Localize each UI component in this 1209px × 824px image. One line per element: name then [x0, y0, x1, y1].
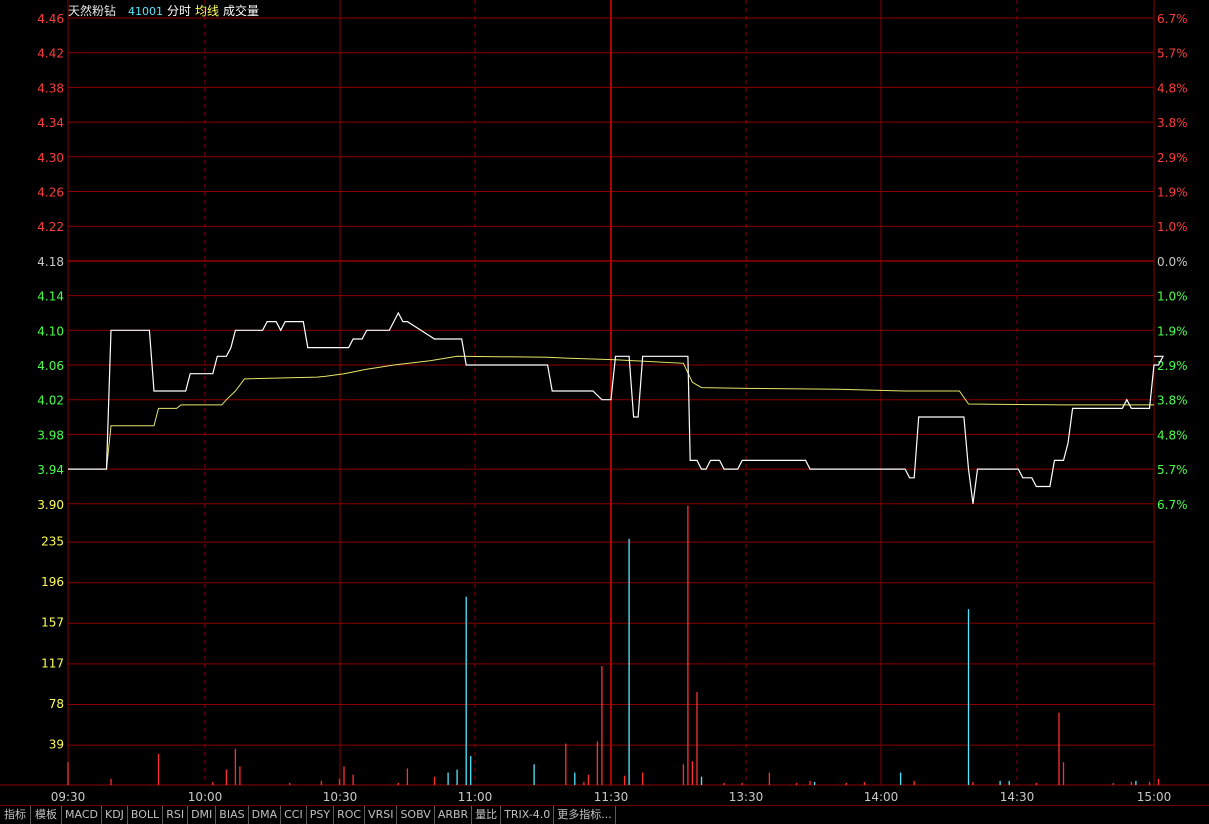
price-label: 4.42 [37, 47, 64, 61]
stock-code: 41001 [128, 5, 163, 18]
tab-4[interactable]: BOLL [128, 806, 164, 824]
percent-label: 3.8% [1157, 116, 1188, 130]
tab-7[interactable]: BIAS [216, 806, 249, 824]
tab-17[interactable]: 更多指标... [554, 806, 616, 824]
price-axis-labels: 4.46 4.42 4.38 4.34 4.30 4.26 4.22 4.18 4.14 4.10… [37, 12, 64, 512]
price-label: 4.14 [37, 290, 64, 304]
time-label: 10:30 [323, 790, 358, 804]
percent-label: 2.9% [1157, 359, 1188, 373]
volume-axis-labels: 235 196 157 117 78 39 [41, 535, 64, 752]
time-label: 09:30 [51, 790, 86, 804]
tab-8[interactable]: DMA [249, 806, 282, 824]
percent-label: 3.8% [1157, 394, 1188, 408]
tab-15[interactable]: 量比 [472, 806, 502, 824]
price-label: 4.38 [37, 81, 64, 95]
label-volume: 成交量 [223, 3, 259, 18]
volume-label: 235 [41, 535, 64, 549]
volume-bars [67, 505, 1160, 785]
percent-axis-labels: 6.7% 5.7% 4.8% 3.8% 2.9% 1.9% 1.0% 0.0% 1.0% 1.9%… [1157, 12, 1188, 512]
price-label: 4.22 [37, 220, 64, 234]
chart-grid [0, 0, 1209, 786]
time-label: 11:00 [458, 790, 493, 804]
time-label: 11:30 [594, 790, 629, 804]
tab-13[interactable]: SOBV [397, 806, 435, 824]
label-time: 分时 [167, 4, 191, 18]
price-label: 3.90 [37, 498, 64, 512]
volume-label: 117 [41, 656, 64, 670]
percent-label: 1.9% [1157, 186, 1188, 200]
percent-label: 5.7% [1157, 47, 1188, 61]
tab-5[interactable]: RSI [163, 806, 189, 824]
tab-11[interactable]: ROC [334, 806, 366, 824]
tab-16[interactable]: TRIX-4.0 [501, 806, 555, 824]
price-label: 4.10 [37, 324, 64, 338]
price-label: 4.18 [37, 255, 64, 269]
indicator-tab-bar: 指标 模板 MACD KDJ BOLL RSI DMI BIAS DMA CCI PSY ROC VRS… [0, 805, 1209, 824]
tab-12[interactable]: VRSI [365, 806, 398, 824]
volume-label: 196 [41, 575, 64, 589]
volume-label: 157 [41, 616, 64, 630]
price-label: 3.94 [37, 463, 64, 477]
percent-label: 1.9% [1157, 324, 1188, 338]
stock-name: 天然粉钻 [68, 3, 116, 18]
intraday-chart[interactable]: 4.46 4.42 4.38 4.34 4.30 4.26 4.22 4.18 4.14 4.10… [0, 0, 1209, 823]
percent-label: 4.8% [1157, 428, 1188, 442]
tab-9[interactable]: CCI [281, 806, 307, 824]
time-label: 14:00 [864, 790, 899, 804]
price-label: 4.26 [37, 186, 64, 200]
price-label: 4.46 [37, 12, 64, 26]
time-label: 14:30 [1000, 790, 1035, 804]
percent-label: 5.7% [1157, 463, 1188, 477]
price-line [68, 311, 1164, 504]
price-label: 4.30 [37, 151, 64, 165]
price-label: 3.98 [37, 428, 64, 442]
time-label: 10:00 [188, 790, 223, 804]
time-label: 15:00 [1137, 790, 1172, 804]
tab-1[interactable]: 模板 [31, 806, 62, 824]
chart-header: 天然粉钻 41001 分时 均线 成交量 [68, 3, 259, 18]
percent-label: 4.8% [1157, 81, 1188, 95]
price-label: 4.34 [37, 116, 64, 130]
label-avg: 均线 [195, 4, 219, 18]
price-label: 4.06 [37, 359, 64, 373]
price-label: 4.02 [37, 394, 64, 408]
volume-label: 39 [49, 738, 64, 752]
tab-0[interactable]: 指标 [0, 806, 31, 824]
volume-label: 78 [49, 697, 64, 711]
time-axis-labels: 09:30 10:00 10:30 11:00 11:30 13:30 14:00 14:30… [51, 790, 1172, 804]
percent-label: 6.7% [1157, 12, 1188, 26]
percent-label: 6.7% [1157, 498, 1188, 512]
time-label: 13:30 [729, 790, 764, 804]
tab-3[interactable]: KDJ [102, 806, 128, 824]
percent-label: 0.0% [1157, 255, 1188, 269]
tab-2[interactable]: MACD [62, 806, 102, 824]
tab-14[interactable]: ARBR [435, 806, 473, 824]
tab-6[interactable]: DMI [188, 806, 217, 824]
percent-label: 2.9% [1157, 151, 1188, 165]
tab-10[interactable]: PSY [307, 806, 335, 824]
percent-label: 1.0% [1157, 290, 1188, 304]
percent-label: 1.0% [1157, 220, 1188, 234]
